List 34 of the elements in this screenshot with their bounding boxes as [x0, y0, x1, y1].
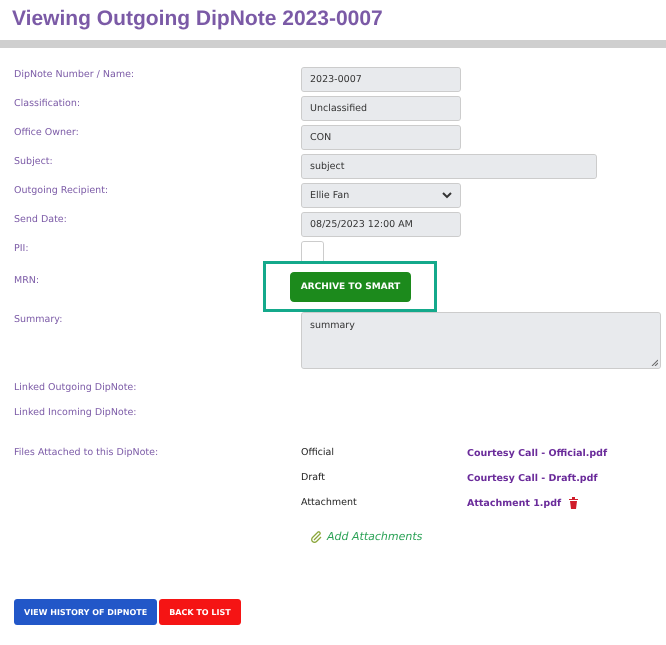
- checkbox[interactable]: [301, 241, 324, 261]
- archive-button[interactable]: ARCHIVE TO SMART: [290, 272, 411, 302]
- input-field[interactable]: 08/25/2023 12:00 AM: [301, 212, 461, 237]
- field-label: Subject:: [14, 155, 54, 167]
- field-label: Outgoing Recipient:: [14, 184, 110, 196]
- field-label: Office Owner:: [14, 126, 80, 138]
- file-link[interactable]: Courtesy Call - Official.pdf: [467, 448, 608, 458]
- field-label: Summary:: [14, 313, 64, 325]
- select-field[interactable]: Ellie Fan: [301, 183, 461, 208]
- summary-field[interactable]: summary: [301, 312, 661, 369]
- file-type: Official: [301, 447, 335, 460]
- field-label: Send Date:: [14, 213, 68, 225]
- history-button[interactable]: VIEW HISTORY OF DIPNOTE: [14, 599, 158, 625]
- chevron-down-icon: [442, 192, 452, 199]
- file-link[interactable]: Attachment 1.pdf: [467, 498, 562, 508]
- file-type: Draft: [301, 472, 326, 485]
- file-link[interactable]: Courtesy Call - Draft.pdf: [467, 472, 598, 484]
- file-type: Attachment: [301, 497, 358, 510]
- input-field[interactable]: 2023-0007: [301, 67, 461, 92]
- field-label: Classification:: [14, 97, 82, 109]
- back-button[interactable]: BACK TO LIST: [159, 599, 241, 625]
- page-title: Viewing Outgoing DipNote 2023-0007: [11, 6, 384, 32]
- field-label: MRN:: [14, 274, 40, 286]
- trash-icon[interactable]: [569, 497, 578, 509]
- field-label: PII:: [14, 242, 30, 254]
- input-field[interactable]: CON: [301, 125, 461, 150]
- input-field[interactable]: Unclassified: [301, 96, 461, 121]
- field-label: Linked Incoming DipNote:: [14, 406, 138, 418]
- field-label: Files Attached to this DipNote:: [14, 446, 160, 458]
- input-field[interactable]: subject: [301, 154, 597, 179]
- field-label: Linked Outgoing DipNote:: [14, 381, 138, 393]
- resize-handle-icon[interactable]: [651, 359, 658, 366]
- field-label: DipNote Number / Name:: [14, 68, 136, 80]
- paperclip-icon: [311, 530, 323, 542]
